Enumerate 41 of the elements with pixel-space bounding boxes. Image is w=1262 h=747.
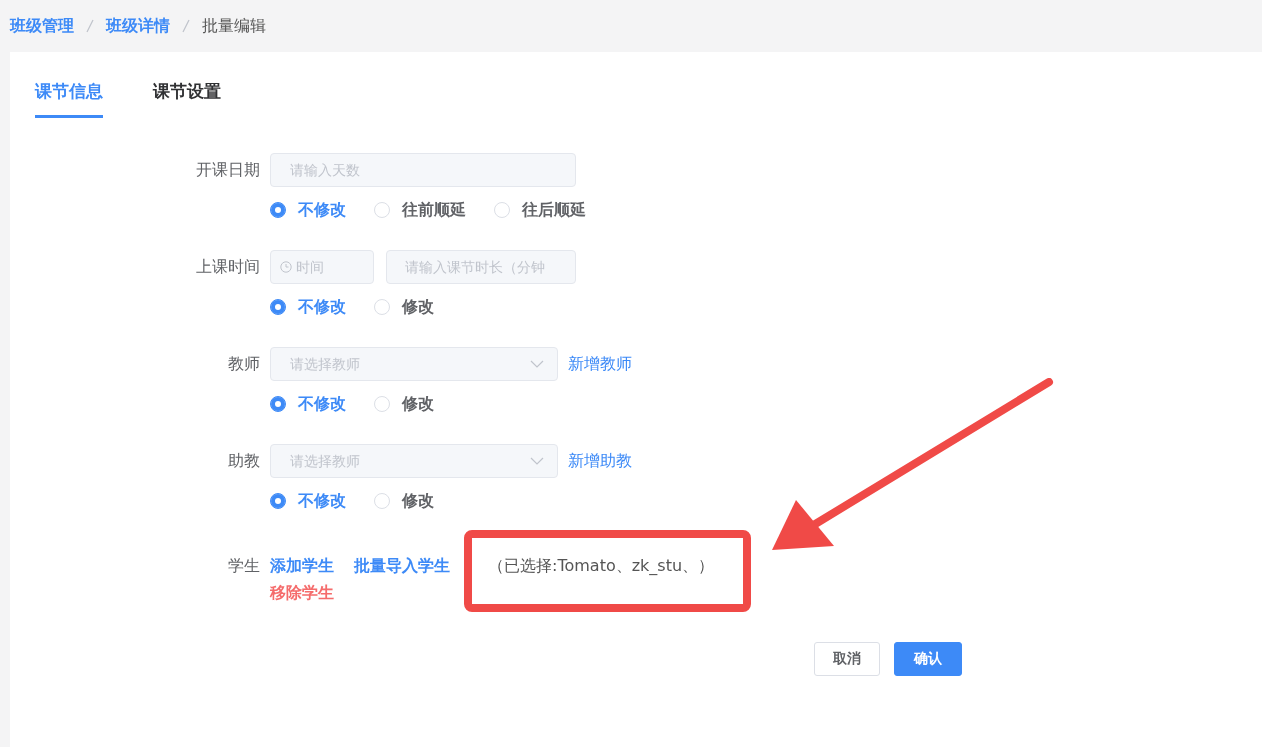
breadcrumb-separator xyxy=(86,19,94,33)
breadcrumb-link[interactable]: 班级管理 xyxy=(10,15,74,37)
radio-option[interactable]: 修改 xyxy=(374,296,434,318)
tab[interactable]: 课节设置 xyxy=(153,80,221,118)
remove-link[interactable]: 移除学生 xyxy=(270,583,334,604)
breadcrumb-separator xyxy=(182,19,190,33)
add-link[interactable]: 批量导入学生 xyxy=(354,556,450,577)
field-label: 教师 xyxy=(227,353,261,375)
field-label: 开课日期 xyxy=(195,159,261,181)
radio-label: 修改 xyxy=(402,296,434,318)
chevron-down-icon xyxy=(530,457,544,465)
cancel-button[interactable]: 取消 xyxy=(814,642,880,676)
add-link[interactable]: 新增助教 xyxy=(568,450,632,472)
radio-label: 不修改 xyxy=(298,199,346,221)
radio-label: 不修改 xyxy=(298,393,346,415)
field-label: 助教 xyxy=(227,450,261,472)
radio-label: 往前顺延 xyxy=(402,199,466,221)
radio-label: 不修改 xyxy=(298,296,346,318)
breadcrumb-link[interactable]: 班级详情 xyxy=(106,15,170,37)
selection-text: （已选择:Tomato、zk_stu、） xyxy=(488,556,715,575)
radio-label: 往后顺延 xyxy=(522,199,586,221)
field-label: 上课时间 xyxy=(195,256,261,278)
add-link[interactable]: 新增教师 xyxy=(568,353,632,375)
radio-label: 修改 xyxy=(402,490,434,512)
radio-option[interactable]: 不修改 xyxy=(270,490,346,512)
radio-option[interactable]: 往后顺延 xyxy=(494,199,586,221)
radio-option[interactable]: 修改 xyxy=(374,490,434,512)
radio-option[interactable]: 不修改 xyxy=(270,393,346,415)
radio-label: 不修改 xyxy=(298,490,346,512)
field-label: 学生 xyxy=(227,556,261,577)
radio-option[interactable]: 不修改 xyxy=(270,199,346,221)
clock-icon xyxy=(280,261,292,273)
breadcrumb-current: 批量编辑 xyxy=(202,15,266,37)
add-link[interactable]: 添加学生 xyxy=(270,556,334,577)
radio-option[interactable]: 修改 xyxy=(374,393,434,415)
radio-option[interactable]: 不修改 xyxy=(270,296,346,318)
radio-option[interactable]: 往前顺延 xyxy=(374,199,466,221)
confirm-button[interactable]: 确认 xyxy=(894,642,962,676)
chevron-down-icon xyxy=(530,360,544,368)
tab[interactable]: 课节信息 xyxy=(35,80,103,118)
radio-label: 修改 xyxy=(402,393,434,415)
